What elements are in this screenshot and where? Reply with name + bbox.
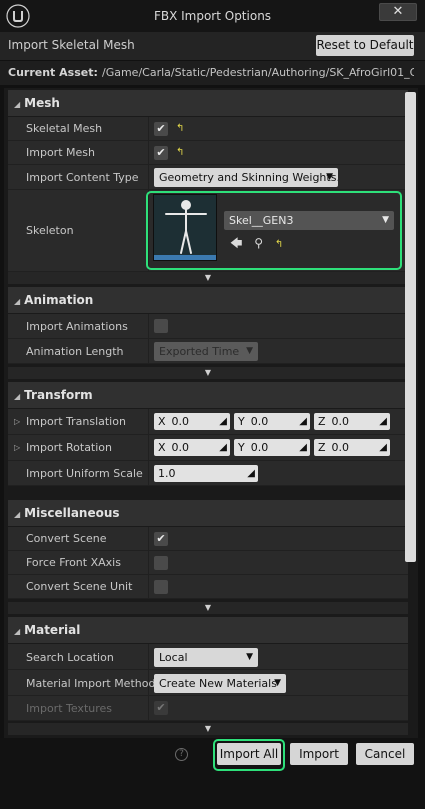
import-textures-label: Import Textures [26, 702, 113, 715]
row-import-textures: Import Textures ✔ [8, 696, 408, 721]
translation-x-field[interactable]: X 0.0 ◢ [154, 413, 230, 430]
show-advanced-arrow-icon[interactable]: ▼ [8, 367, 408, 379]
cancel-button[interactable]: Cancel [356, 743, 414, 765]
import-content-type-dropdown[interactable]: Geometry and Skinning Weights. ▼ [154, 168, 338, 187]
close-button[interactable]: ✕ [379, 3, 417, 21]
show-advanced-arrow-icon[interactable]: ▼ [8, 272, 408, 284]
animation-length-dropdown[interactable]: Exported Time ▼ [154, 342, 258, 361]
skeletal-mesh-label: Skeletal Mesh [26, 122, 103, 135]
expand-arrow-icon[interactable]: ▷ [14, 417, 20, 426]
browse-search-icon[interactable]: ⚲ [254, 236, 263, 250]
category-mesh-title: Mesh [24, 96, 60, 110]
row-import-content-type: Import Content Type Geometry and Skinnin… [8, 165, 408, 190]
reset-arrow-icon[interactable]: ↰ [176, 148, 186, 158]
skeleton-dropdown[interactable]: Skel__GEN3 ▼ [224, 211, 394, 230]
convert-scene-checkbox[interactable]: ✔ [154, 532, 168, 546]
row-import-uniform-scale: Import Uniform Scale 1.0 ◢ [8, 461, 408, 486]
import-mesh-label: Import Mesh [26, 146, 95, 159]
chevron-down-icon: ▼ [246, 346, 253, 356]
import-content-type-label: Import Content Type [26, 171, 139, 184]
use-selected-arrow-icon[interactable]: 🡄 [230, 236, 242, 250]
rotation-x-field[interactable]: X 0.0 ◢ [154, 439, 230, 456]
chevron-down-icon: ▼ [326, 172, 333, 182]
row-convert-scene-unit: Convert Scene Unit [8, 575, 408, 599]
details-panel: ◢ Mesh Skeletal Mesh ✔ ↰ Import Mesh ✔ ↰ … [4, 88, 418, 738]
current-asset-path: /Game/Carla/Static/Pedestrian/Authoring/… [102, 66, 414, 79]
chevron-down-icon: ▼ [274, 678, 281, 688]
show-advanced-arrow-icon[interactable]: ▼ [8, 723, 408, 735]
expand-arrow-icon[interactable]: ▷ [14, 443, 20, 452]
rotation-z-field[interactable]: Z 0.0 ◢ [314, 439, 390, 456]
import-animations-checkbox[interactable] [154, 319, 168, 333]
convert-scene-unit-label: Convert Scene Unit [26, 580, 133, 593]
convert-scene-label: Convert Scene [26, 532, 107, 545]
drag-grip-icon: ◢ [247, 468, 255, 479]
drag-grip-icon: ◢ [219, 416, 227, 427]
collapse-arrow-icon: ◢ [14, 297, 21, 306]
chevron-down-icon: ▼ [246, 652, 253, 662]
reset-to-default-button[interactable]: Reset to Default [316, 35, 414, 56]
collapse-arrow-icon: ◢ [14, 510, 21, 519]
dialog-subtitle: Import Skeletal Mesh [8, 38, 135, 52]
search-location-label: Search Location [26, 651, 114, 664]
animation-length-label: Animation Length [26, 345, 124, 358]
row-material-import-method: Material Import Method Create New Materi… [8, 670, 408, 696]
row-convert-scene: Convert Scene ✔ [8, 527, 408, 551]
import-animations-label: Import Animations [26, 320, 128, 333]
help-icon[interactable]: ? [175, 748, 188, 761]
translation-z-field[interactable]: Z 0.0 ◢ [314, 413, 390, 430]
import-rotation-label: Import Rotation [26, 441, 113, 454]
collapse-arrow-icon: ◢ [14, 627, 21, 636]
row-import-mesh: Import Mesh ✔ ↰ [8, 141, 408, 165]
drag-grip-icon: ◢ [299, 416, 307, 427]
current-asset-label: Current Asset: [8, 66, 98, 79]
material-import-method-label: Material Import Method [26, 677, 156, 690]
drag-grip-icon: ◢ [299, 442, 307, 453]
category-mesh[interactable]: ◢ Mesh [8, 90, 408, 116]
details-scrollbar[interactable] [405, 92, 416, 562]
import-uniform-scale-label: Import Uniform Scale [26, 467, 143, 480]
translation-y-field[interactable]: Y 0.0 ◢ [234, 413, 310, 430]
row-animation-length: Animation Length Exported Time ▼ [8, 339, 408, 364]
collapse-arrow-icon: ◢ [14, 392, 21, 401]
uniform-scale-field[interactable]: 1.0 ◢ [154, 465, 258, 482]
search-location-dropdown[interactable]: Local ▼ [154, 648, 258, 667]
drag-grip-icon: ◢ [379, 442, 387, 453]
drag-grip-icon: ◢ [379, 416, 387, 427]
row-import-translation: ▷ Import Translation X 0.0 ◢ Y 0.0 ◢ Z 0.0 ◢ [8, 409, 408, 435]
row-import-rotation: ▷ Import Rotation X 0.0 ◢ Y 0.0 ◢ Z 0.0 ◢ [8, 435, 408, 461]
category-transform[interactable]: ◢ Transform [8, 382, 408, 408]
reset-arrow-icon[interactable]: ↰ [176, 124, 186, 134]
reset-arrow-icon[interactable]: ↰ [275, 239, 283, 250]
drag-grip-icon: ◢ [219, 442, 227, 453]
window-title: FBX Import Options [153, 9, 272, 23]
import-mesh-checkbox[interactable]: ✔ [154, 146, 168, 160]
force-front-xaxis-checkbox[interactable] [154, 556, 168, 570]
skeleton-thumbnail[interactable] [153, 194, 217, 261]
row-force-front-xaxis: Force Front XAxis [8, 551, 408, 575]
convert-scene-unit-checkbox[interactable] [154, 580, 168, 594]
category-material[interactable]: ◢ Material [8, 617, 408, 643]
row-skeletal-mesh: Skeletal Mesh ✔ ↰ [8, 117, 408, 141]
skeleton-tools: 🡄 ⚲ ↰ [230, 234, 283, 255]
force-front-xaxis-label: Force Front XAxis [26, 556, 121, 569]
rotation-y-field[interactable]: Y 0.0 ◢ [234, 439, 310, 456]
material-import-method-dropdown[interactable]: Create New Materials ▼ [154, 674, 286, 693]
row-search-location: Search Location Local ▼ [8, 644, 408, 670]
import-textures-checkbox[interactable]: ✔ [154, 701, 168, 715]
category-animation[interactable]: ◢ Animation [8, 287, 408, 313]
skeleton-label: Skeleton [26, 224, 74, 237]
import-translation-label: Import Translation [26, 415, 126, 428]
skeletal-mesh-checkbox[interactable]: ✔ [154, 122, 168, 136]
import-all-button[interactable]: Import All [217, 743, 281, 765]
collapse-arrow-icon: ◢ [14, 100, 21, 109]
chevron-down-icon: ▼ [382, 215, 389, 225]
show-advanced-arrow-icon[interactable]: ▼ [8, 602, 408, 614]
category-miscellaneous[interactable]: ◢ Miscellaneous [8, 500, 408, 526]
skeleton-figure-icon [165, 200, 207, 254]
import-button[interactable]: Import [290, 743, 348, 765]
row-import-animations: Import Animations [8, 314, 408, 339]
